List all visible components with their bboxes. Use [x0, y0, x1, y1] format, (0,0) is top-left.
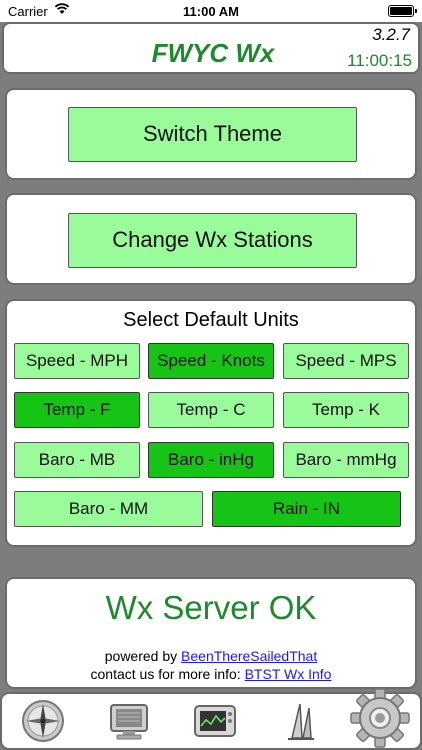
baro-mb-button[interactable]: Baro - MB — [14, 442, 140, 478]
btst-link[interactable]: BeenThereSailedThat — [181, 648, 317, 664]
speed-knots-button[interactable]: Speed - Knots — [148, 343, 274, 379]
monitor-icon[interactable] — [106, 698, 152, 744]
theme-panel: Switch Theme — [5, 88, 417, 180]
gear-icon[interactable] — [348, 686, 412, 750]
clock-label: 11:00:15 — [347, 51, 412, 70]
contact-line: contact us for more info: BTST Wx Info — [0, 666, 422, 682]
speed-mph-button[interactable]: Speed - MPH — [14, 343, 140, 379]
graph-icon[interactable] — [192, 698, 238, 744]
change-wx-stations-button[interactable]: Change Wx Stations — [68, 213, 357, 268]
units-title: Select Default Units — [123, 309, 299, 331]
rain-in-button[interactable]: Rain - IN — [212, 491, 401, 527]
tab-bar — [0, 688, 422, 750]
powered-by-line: powered by BeenThereSailedThat — [0, 648, 422, 664]
powered-by-label: powered by — [104, 648, 182, 664]
temp-k-button[interactable]: Temp - K — [283, 392, 409, 428]
contact-label: contact us for more info: — [90, 666, 245, 682]
units-panel: Select Default Units Speed - MPH Speed -… — [5, 299, 417, 547]
status-bar: Carrier 11:00 AM — [0, 0, 422, 22]
battery-icon — [388, 5, 417, 17]
switch-theme-button[interactable]: Switch Theme — [68, 107, 357, 162]
temp-c-button[interactable]: Temp - C — [148, 392, 274, 428]
sails-icon[interactable] — [278, 698, 324, 744]
baro-inhg-button[interactable]: Baro - inHg — [148, 442, 274, 478]
baro-mmhg-button[interactable]: Baro - mmHg — [283, 442, 409, 478]
compass-icon[interactable] — [20, 698, 66, 744]
status-time: 11:00 AM — [183, 4, 239, 19]
app-header: FWYC Wx 3.2.7 11:00:15 — [2, 22, 420, 74]
btst-wx-info-link[interactable]: BTST Wx Info — [245, 666, 332, 682]
temp-f-button[interactable]: Temp - F — [14, 392, 140, 428]
version-label: 3.2.7 — [372, 25, 410, 44]
stations-panel: Change Wx Stations — [5, 193, 417, 285]
server-status: Wx Server OK — [105, 589, 317, 626]
baro-mm-button[interactable]: Baro - MM — [14, 491, 203, 527]
speed-mps-button[interactable]: Speed - MPS — [283, 343, 409, 379]
